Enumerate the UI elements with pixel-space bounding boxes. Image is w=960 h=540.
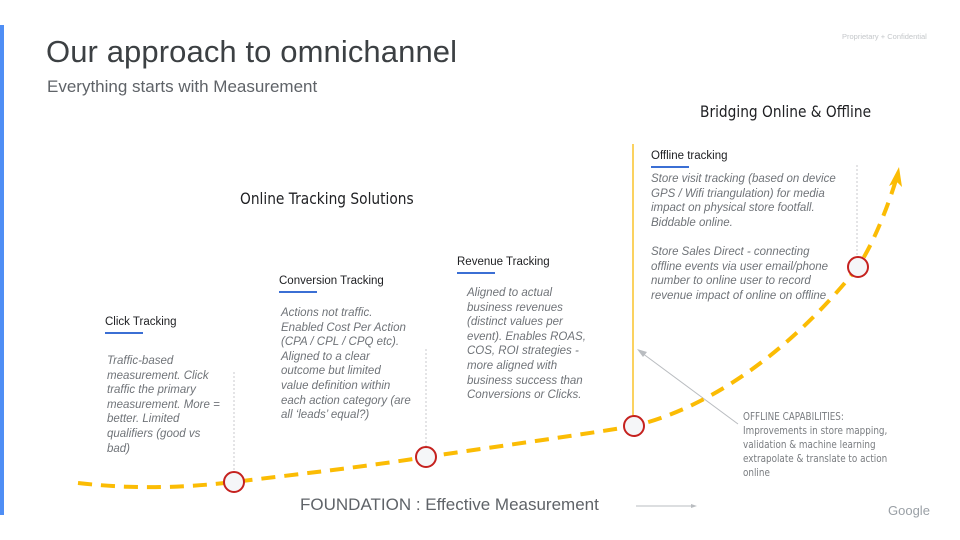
stage-title-click: Click Tracking [105,316,177,334]
stage-title-underline [457,272,495,274]
stage-title-conversion: Conversion Tracking [279,275,384,293]
stage-title-text: Revenue Tracking [457,256,550,268]
stage-title-underline [279,291,317,293]
stage-body-conversion: Actions not traffic. Enabled Cost Per Ac… [281,307,411,422]
stage-body-offline-1: Store visit tracking (based on device GP… [651,173,836,229]
stage-title-text: Offline tracking [651,150,728,162]
stage-title-revenue: Revenue Tracking [457,256,550,274]
stage-body-click: Traffic-based measurement. Click traffic… [107,355,220,455]
google-logo: Google [888,503,930,518]
stage-body-revenue: Aligned to actual business revenues (dis… [467,287,586,402]
milestone-offline [847,256,869,278]
stage-title-offline: Offline tracking [651,150,728,168]
milestone-revenue [623,415,645,437]
offline-capabilities-body: Improvements in store mapping, validatio… [743,425,888,479]
stage-body-offline-2: Store Sales Direct - connecting offline … [651,246,829,302]
foundation-label: FOUNDATION : Effective Measurement [300,495,599,514]
foundation-arrowhead [691,504,697,508]
stage-title-underline [105,332,143,334]
offline-capabilities-note: OFFLINE CAPABILITIES: Improvements in st… [743,410,911,480]
offline-capabilities-heading: OFFLINE CAPABILITIES: [743,411,844,423]
milestone-click [223,471,245,493]
milestone-conversion [415,446,437,468]
stage-title-underline [651,166,689,168]
stage-title-text: Conversion Tracking [279,275,384,287]
stage-title-text: Click Tracking [105,316,177,328]
